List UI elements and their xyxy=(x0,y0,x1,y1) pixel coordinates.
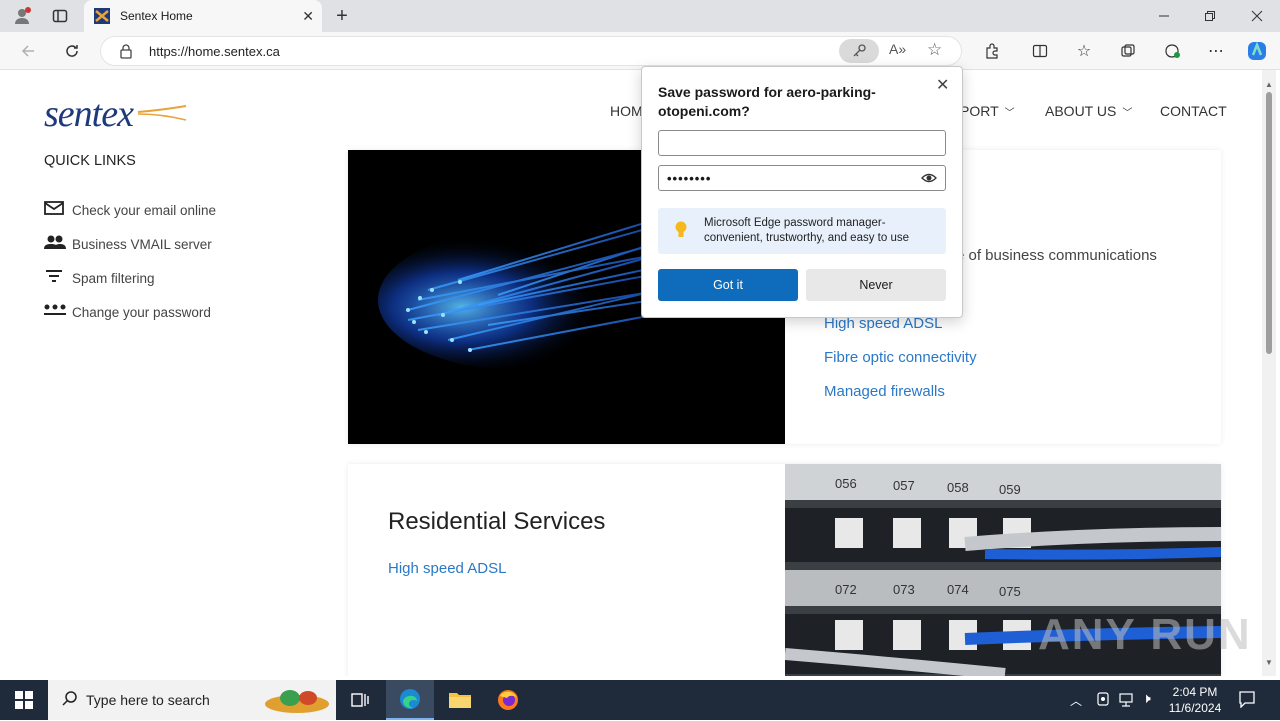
file-explorer-icon[interactable] xyxy=(436,680,484,720)
chevron-down-icon: ﹀ xyxy=(1004,108,1015,119)
quick-link-email[interactable]: Check your email online xyxy=(44,200,216,220)
close-tab-icon[interactable]: ✕ xyxy=(302,8,314,25)
envelope-icon xyxy=(44,200,68,220)
read-aloud-icon[interactable]: A» xyxy=(889,41,906,57)
profile-icon[interactable] xyxy=(8,4,36,28)
scroll-up-icon[interactable]: ▲ xyxy=(1265,80,1273,89)
tab-bar: Sentex Home ✕ + xyxy=(0,0,1280,32)
more-menu-icon[interactable]: ⋯ xyxy=(1204,39,1228,63)
network-icon[interactable] xyxy=(1118,691,1136,712)
windows-start-icon[interactable] xyxy=(0,680,48,720)
restore-icon[interactable] xyxy=(1198,4,1222,28)
task-view-icon[interactable] xyxy=(336,680,384,720)
page-scrollbar[interactable]: ▲ ▼ xyxy=(1262,70,1276,676)
edge-taskbar-icon[interactable] xyxy=(386,680,434,720)
url-field[interactable]: https://home.sentex.ca A» ☆ xyxy=(100,36,962,66)
notifications-icon[interactable] xyxy=(1238,690,1256,713)
tab-title: Sentex Home xyxy=(120,9,193,23)
tab-sentex-home[interactable]: Sentex Home ✕ xyxy=(84,0,322,32)
show-password-eye-icon[interactable] xyxy=(921,171,937,188)
device-icon[interactable] xyxy=(1096,691,1110,712)
favorite-star-icon[interactable]: ☆ xyxy=(927,40,942,60)
password-dots-icon xyxy=(44,302,68,322)
search-icon xyxy=(62,690,78,711)
never-button[interactable]: Never xyxy=(806,269,946,301)
nav-contact[interactable]: CONTACT xyxy=(1160,103,1227,119)
quick-link-label: Business VMAIL server xyxy=(72,236,212,252)
anyrun-watermark: ANY RUN xyxy=(1038,610,1252,659)
close-window-icon[interactable] xyxy=(1245,4,1269,28)
sentex-logo[interactable]: sentex xyxy=(44,92,194,135)
nav-support-label: PORT xyxy=(960,103,999,119)
web-page: sentex HOM PORT ﹀ ABOUT US ﹀ CONTACT QUICK… xyxy=(4,70,1262,676)
back-icon[interactable] xyxy=(16,39,40,63)
url-text: https://home.sentex.ca xyxy=(149,43,280,59)
got-it-button[interactable]: Got it xyxy=(658,269,798,301)
nav-support[interactable]: PORT ﹀ xyxy=(960,103,1015,119)
tip-box: Microsoft Edge password manager-convenie… xyxy=(658,208,946,254)
minimize-icon[interactable] xyxy=(1152,4,1176,28)
browser-essentials-icon[interactable] xyxy=(1160,39,1184,63)
refresh-icon[interactable] xyxy=(60,39,84,63)
quick-link-password[interactable]: Change your password xyxy=(44,302,211,322)
close-dialog-icon[interactable]: ✕ xyxy=(936,75,949,95)
nav-about-us[interactable]: ABOUT US ﹀ xyxy=(1045,103,1132,119)
residential-heading: Residential Services xyxy=(388,508,606,535)
scroll-down-icon[interactable]: ▼ xyxy=(1265,658,1273,667)
quick-link-label: Check your email online xyxy=(72,202,217,218)
show-hidden-icons[interactable]: ︿ xyxy=(1070,692,1082,709)
clock-date: 11/6/2024 xyxy=(1168,701,1222,715)
favorites-icon[interactable]: ☆ xyxy=(1072,39,1096,63)
link-managed-firewalls[interactable]: Managed firewalls xyxy=(824,383,945,400)
quick-link-spam[interactable]: Spam filtering xyxy=(44,268,155,288)
nav-about-label: ABOUT US xyxy=(1045,103,1117,119)
save-password-dialog: Save password for aero-parking-otopeni.c… xyxy=(641,66,963,318)
quick-link-label: Change your password xyxy=(72,304,211,320)
password-value: •••••••• xyxy=(667,170,712,186)
password-field[interactable]: •••••••• xyxy=(658,165,946,191)
search-placeholder: Type here to search xyxy=(86,692,210,708)
split-screen-icon[interactable] xyxy=(1028,39,1052,63)
nav-home[interactable]: HOM xyxy=(610,103,643,119)
firefox-icon[interactable] xyxy=(484,680,532,720)
copilot-icon[interactable] xyxy=(1244,38,1270,64)
quick-link-vmail[interactable]: Business VMAIL server xyxy=(44,234,212,254)
new-tab-icon[interactable]: + xyxy=(330,4,354,28)
volume-icon[interactable]: 🕨 xyxy=(1142,690,1151,707)
password-key-icon[interactable] xyxy=(839,39,879,63)
tip-text: Microsoft Edge password manager-convenie… xyxy=(704,217,909,244)
collections-icon[interactable] xyxy=(1116,39,1140,63)
taskbar: Type here to search ︿ 🕨 2:04 PM 11/6/202… xyxy=(0,680,1280,720)
link-fibre-optic[interactable]: Fibre optic connectivity xyxy=(824,349,977,366)
filter-icon xyxy=(44,268,68,288)
lock-icon[interactable] xyxy=(119,43,133,62)
quick-links-title: QUICK LINKS xyxy=(44,153,136,169)
chevron-down-icon: ﹀ xyxy=(1122,108,1133,119)
search-highlight-icon xyxy=(262,684,332,716)
taskbar-search-box[interactable]: Type here to search xyxy=(48,680,336,720)
people-icon xyxy=(44,234,68,254)
lightbulb-icon xyxy=(674,220,688,245)
clock-time: 2:04 PM xyxy=(1172,685,1218,699)
business-description: e of business communications xyxy=(956,247,1157,264)
logo-text: sentex xyxy=(44,93,134,135)
quick-link-label: Spam filtering xyxy=(72,270,155,286)
username-field[interactable] xyxy=(658,130,946,156)
address-bar: https://home.sentex.ca A» ☆ ☆ ⋯ xyxy=(0,32,1280,70)
dialog-title: Save password for aero-parking-otopeni.c… xyxy=(658,84,876,119)
clock[interactable]: 2:04 PM 11/6/2024 xyxy=(1164,684,1226,716)
tab-actions-icon[interactable] xyxy=(48,4,72,28)
extensions-icon[interactable] xyxy=(980,39,1004,63)
link-residential-adsl[interactable]: High speed ADSL xyxy=(388,560,506,577)
scrollbar-thumb[interactable] xyxy=(1266,92,1272,354)
favicon-icon xyxy=(94,8,110,24)
